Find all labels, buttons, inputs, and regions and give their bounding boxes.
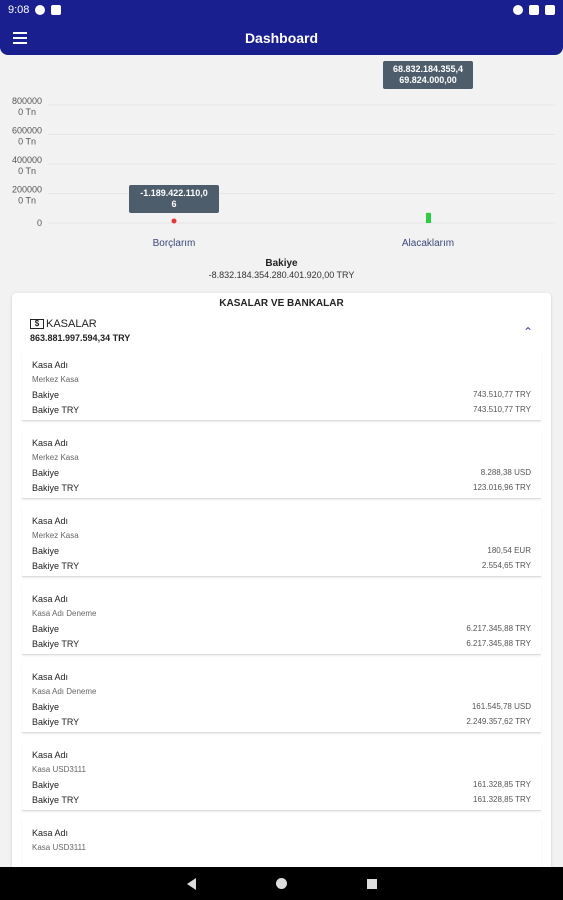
sim-icon <box>51 5 62 15</box>
item-name: Merkez Kasa <box>32 453 79 462</box>
item-try-label: Bakiye TRY <box>32 482 80 493</box>
y-tick-label: 800000 <box>12 96 42 106</box>
cash-section-header[interactable]: $ KASALAR 863.881.997.594,34 TRY ⌃ <box>12 313 551 351</box>
home-icon[interactable] <box>275 878 287 889</box>
item-try-value: 2.554,65 TRY <box>481 561 531 570</box>
status-bar: 9:08 <box>0 0 563 20</box>
chart-svg: 8000000 Tn6000000 Tn4000000 Tn2000000 Tn… <box>12 96 555 249</box>
chevron-up-icon[interactable]: ⌃ <box>523 325 533 339</box>
list-item[interactable]: Kasa Adı Kasa Adı Deneme Bakiye 161.545,78 … <box>22 663 541 733</box>
item-try-value: 743.510,77 TRY <box>473 405 531 414</box>
balance-chart: 800000 0 Tn 600000 0 Tn 400000 0 Tn 200000 0 Tn… <box>0 55 563 285</box>
item-bal-value: 8.288,38 USD <box>480 468 531 477</box>
card-title: KASALAR VE BANKALAR <box>219 298 344 309</box>
y-tick-unit: 0 Tn <box>18 196 36 206</box>
y-tick-label: 400000 <box>12 155 42 165</box>
item-name-label: Kasa Adı <box>32 827 69 838</box>
list-item[interactable]: Kasa Adı Merkez Kasa Bakiye 180,54 EUR Bakiy… <box>22 507 541 577</box>
y-tick-unit: 0 Tn <box>18 166 36 176</box>
system-nav-bar <box>0 867 563 900</box>
item-name-label: Kasa Adı <box>32 437 69 448</box>
item-name: Kasa Adı Deneme <box>32 609 97 618</box>
item-bal-label: Bakiye <box>32 467 60 478</box>
y-tick-unit: 0 Tn <box>18 137 36 147</box>
status-time: 9:08 <box>8 4 30 16</box>
battery-icon <box>545 5 555 15</box>
chart-bar[interactable] <box>426 212 431 223</box>
cash-list: Kasa Adı Merkez Kasa Bakiye 743.510,77 TRY B… <box>12 351 551 873</box>
item-try-label: Bakiye TRY <box>32 638 80 649</box>
back-icon[interactable] <box>186 877 196 890</box>
page-title: Dashboard <box>244 29 319 46</box>
chart-bar-negative[interactable] <box>171 218 177 224</box>
x-category-label: Borçlarım <box>153 238 196 249</box>
item-name-label: Kasa Adı <box>32 515 69 526</box>
item-name: Kasa Adı Deneme <box>32 687 97 696</box>
item-name: Kasa USD3111 <box>32 765 86 774</box>
item-name: Kasa USD3111 <box>32 843 86 852</box>
section-label: KASALAR <box>46 318 97 330</box>
item-bal-label: Bakiye <box>32 623 60 634</box>
y-tick-label: 0 <box>37 218 42 228</box>
item-try-label: Bakiye TRY <box>32 404 80 415</box>
chart-tooltip: 68.832.184.355,4 69.824.000,00 <box>383 61 473 89</box>
item-bal-value: 6.217.345,88 TRY <box>466 624 531 633</box>
y-tick-label: 200000 <box>12 185 42 195</box>
item-try-value: 161.328,85 TRY <box>473 795 531 804</box>
item-name-label: Kasa Adı <box>32 671 69 682</box>
y-tick-label: 600000 <box>12 126 42 136</box>
item-bal-label: Bakiye <box>32 779 60 790</box>
item-try-label: Bakiye TRY <box>32 794 80 805</box>
section-total: 863.881.997.594,34 TRY <box>30 333 131 343</box>
item-bal-label: Bakiye <box>32 389 60 400</box>
cash-icon: $ <box>30 319 44 329</box>
item-bal-label: Bakiye <box>32 545 60 556</box>
menu-icon[interactable] <box>0 20 40 55</box>
item-try-value: 2.249.357,62 TRY <box>466 717 531 726</box>
list-item[interactable]: Kasa Adı Merkez Kasa Bakiye 743.510,77 TRY B… <box>22 351 541 421</box>
list-item[interactable]: Kasa Adı Kasa Adı Deneme Bakiye 6.217.345,8… <box>22 585 541 655</box>
wifi-icon <box>513 5 523 15</box>
list-item[interactable]: Kasa Adı Kasa USD3111 Bakiye 161.328,85 TRY… <box>22 741 541 811</box>
notification-icon <box>35 5 46 15</box>
list-item[interactable]: Kasa Adı Merkez Kasa Bakiye 8.288,38 USD Bak… <box>22 429 541 499</box>
item-name: Merkez Kasa <box>32 531 79 540</box>
y-tick-unit: 0 Tn <box>18 107 36 117</box>
list-item[interactable]: Kasa Adı Kasa USD3111 <box>22 819 541 873</box>
item-try-label: Bakiye TRY <box>32 560 80 571</box>
item-bal-label: Bakiye <box>32 701 60 712</box>
item-try-value: 6.217.345,88 TRY <box>466 639 531 648</box>
item-bal-value: 743.510,77 TRY <box>473 390 531 399</box>
balance-value: -8.832.184.354.280.401.920,00 TRY <box>208 270 355 280</box>
item-name-label: Kasa Adı <box>32 593 69 604</box>
recents-icon[interactable] <box>366 878 377 889</box>
item-bal-value: 161.328,85 TRY <box>473 780 531 789</box>
item-name-label: Kasa Adı <box>32 749 69 760</box>
item-try-value: 123.016,96 TRY <box>473 483 531 492</box>
signal-icon <box>529 5 539 15</box>
x-category-label: Alacaklarım <box>402 238 454 249</box>
chart-tooltip: -1.189.422.110,0 6 <box>129 185 219 213</box>
balance-title: Bakiye <box>265 258 298 269</box>
app-bar: Dashboard <box>0 20 563 55</box>
item-bal-value: 180,54 EUR <box>487 546 531 555</box>
accounts-card: KASALAR VE BANKALAR $ KASALAR 863.881.99… <box>12 293 551 873</box>
item-name-label: Kasa Adı <box>32 359 69 370</box>
item-try-label: Bakiye TRY <box>32 716 80 727</box>
item-name: Merkez Kasa <box>32 375 79 384</box>
item-bal-value: 161.545,78 USD <box>471 702 531 711</box>
